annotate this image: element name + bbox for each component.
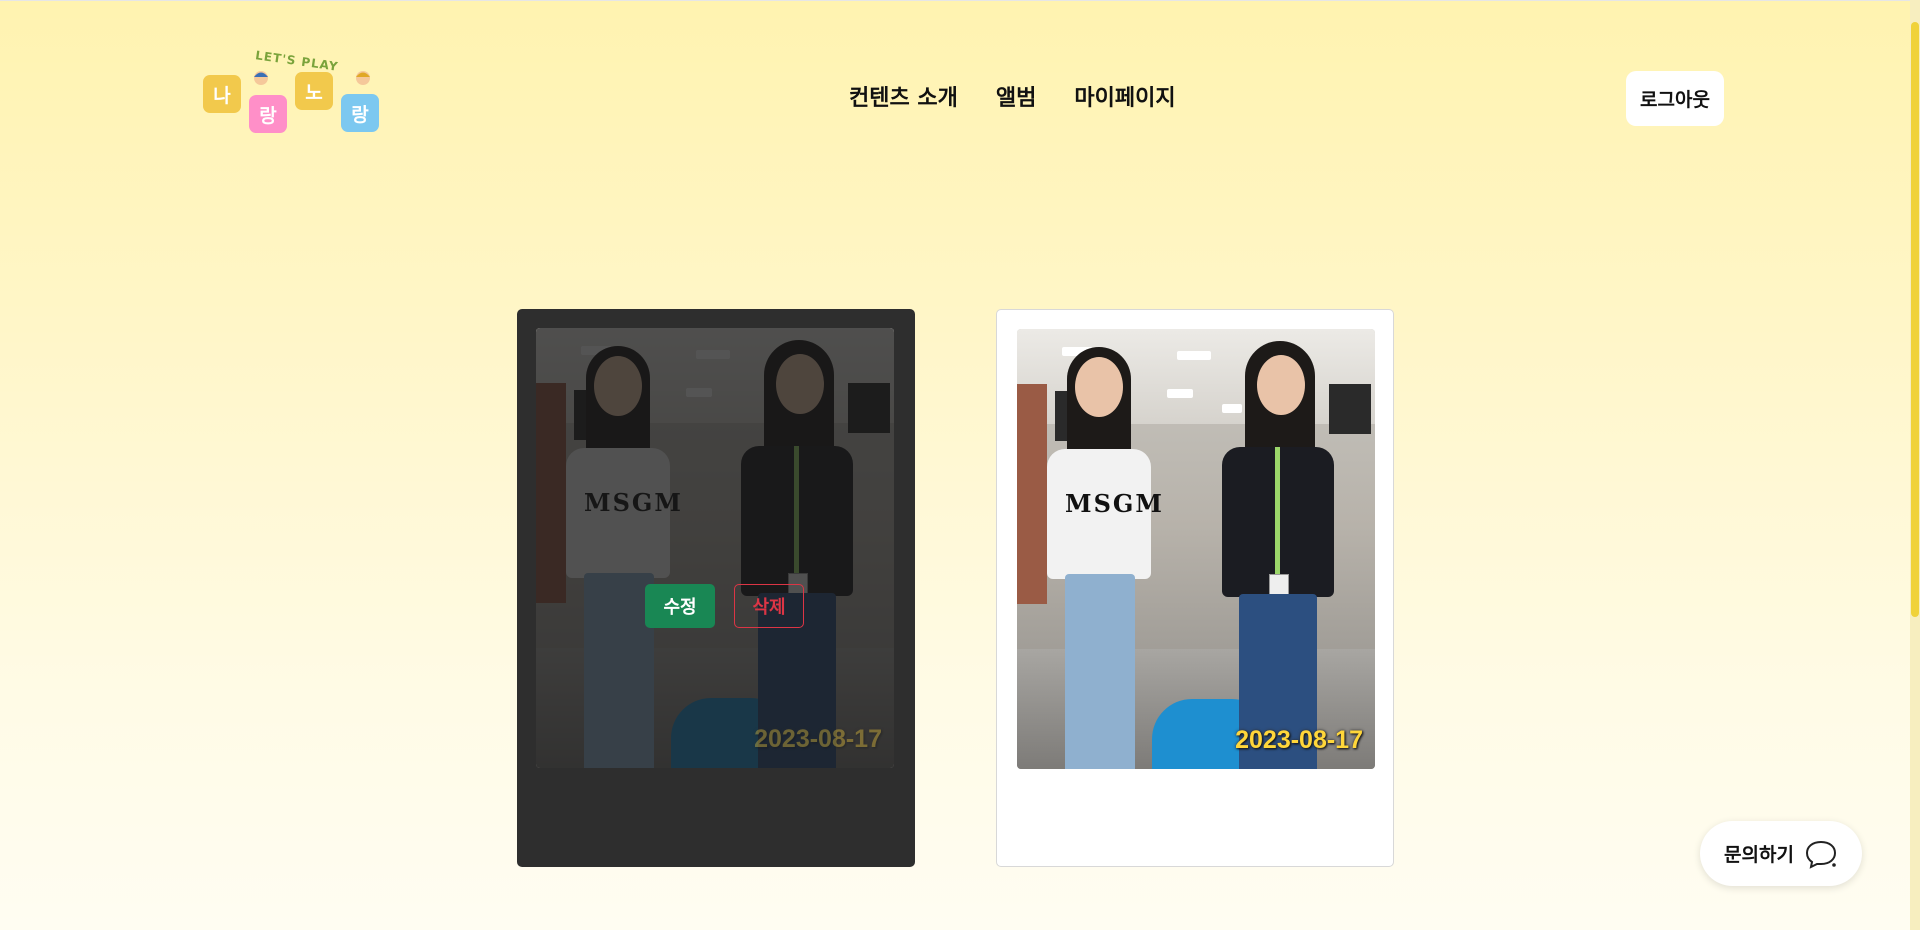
album-photo[interactable]: MSGM 2023-08-17 (1017, 329, 1375, 769)
logo-tile-2: 랑 (249, 95, 287, 133)
edit-button[interactable]: 수정 (645, 584, 715, 628)
site-logo[interactable]: LET'S PLAY 나 랑 노 랑 (200, 48, 385, 140)
inquiry-button[interactable]: 문의하기 (1700, 821, 1862, 886)
album-photo[interactable]: MSGM 2023-08-17 수정 삭제 (536, 328, 894, 768)
logo-tile-3: 노 (295, 72, 333, 110)
top-border (0, 0, 1920, 1)
nav-item-album[interactable]: 앨범 (996, 80, 1036, 112)
kid-face-icon (356, 71, 370, 85)
chat-bubble-icon (1805, 840, 1836, 869)
main-nav: 컨텐츠 소개 앨범 마이페이지 (849, 80, 1176, 112)
scrollbar-thumb[interactable] (1911, 22, 1919, 617)
photo-date: 2023-08-17 (754, 725, 882, 753)
photo-date: 2023-08-17 (1235, 726, 1363, 754)
nav-item-contents[interactable]: 컨텐츠 소개 (849, 80, 958, 112)
logo-tile-4: 랑 (341, 94, 379, 132)
album-card[interactable]: MSGM 2023-08-17 (996, 309, 1394, 867)
logo-tile-1: 나 (203, 75, 241, 113)
kid-face-icon (254, 71, 268, 85)
logout-button[interactable]: 로그아웃 (1626, 71, 1724, 126)
inquiry-label: 문의하기 (1724, 844, 1794, 866)
hover-overlay (536, 328, 894, 768)
album-card[interactable]: MSGM 2023-08-17 수정 삭제 (517, 309, 915, 867)
nav-item-mypage[interactable]: 마이페이지 (1074, 80, 1175, 112)
delete-button[interactable]: 삭제 (734, 584, 804, 628)
